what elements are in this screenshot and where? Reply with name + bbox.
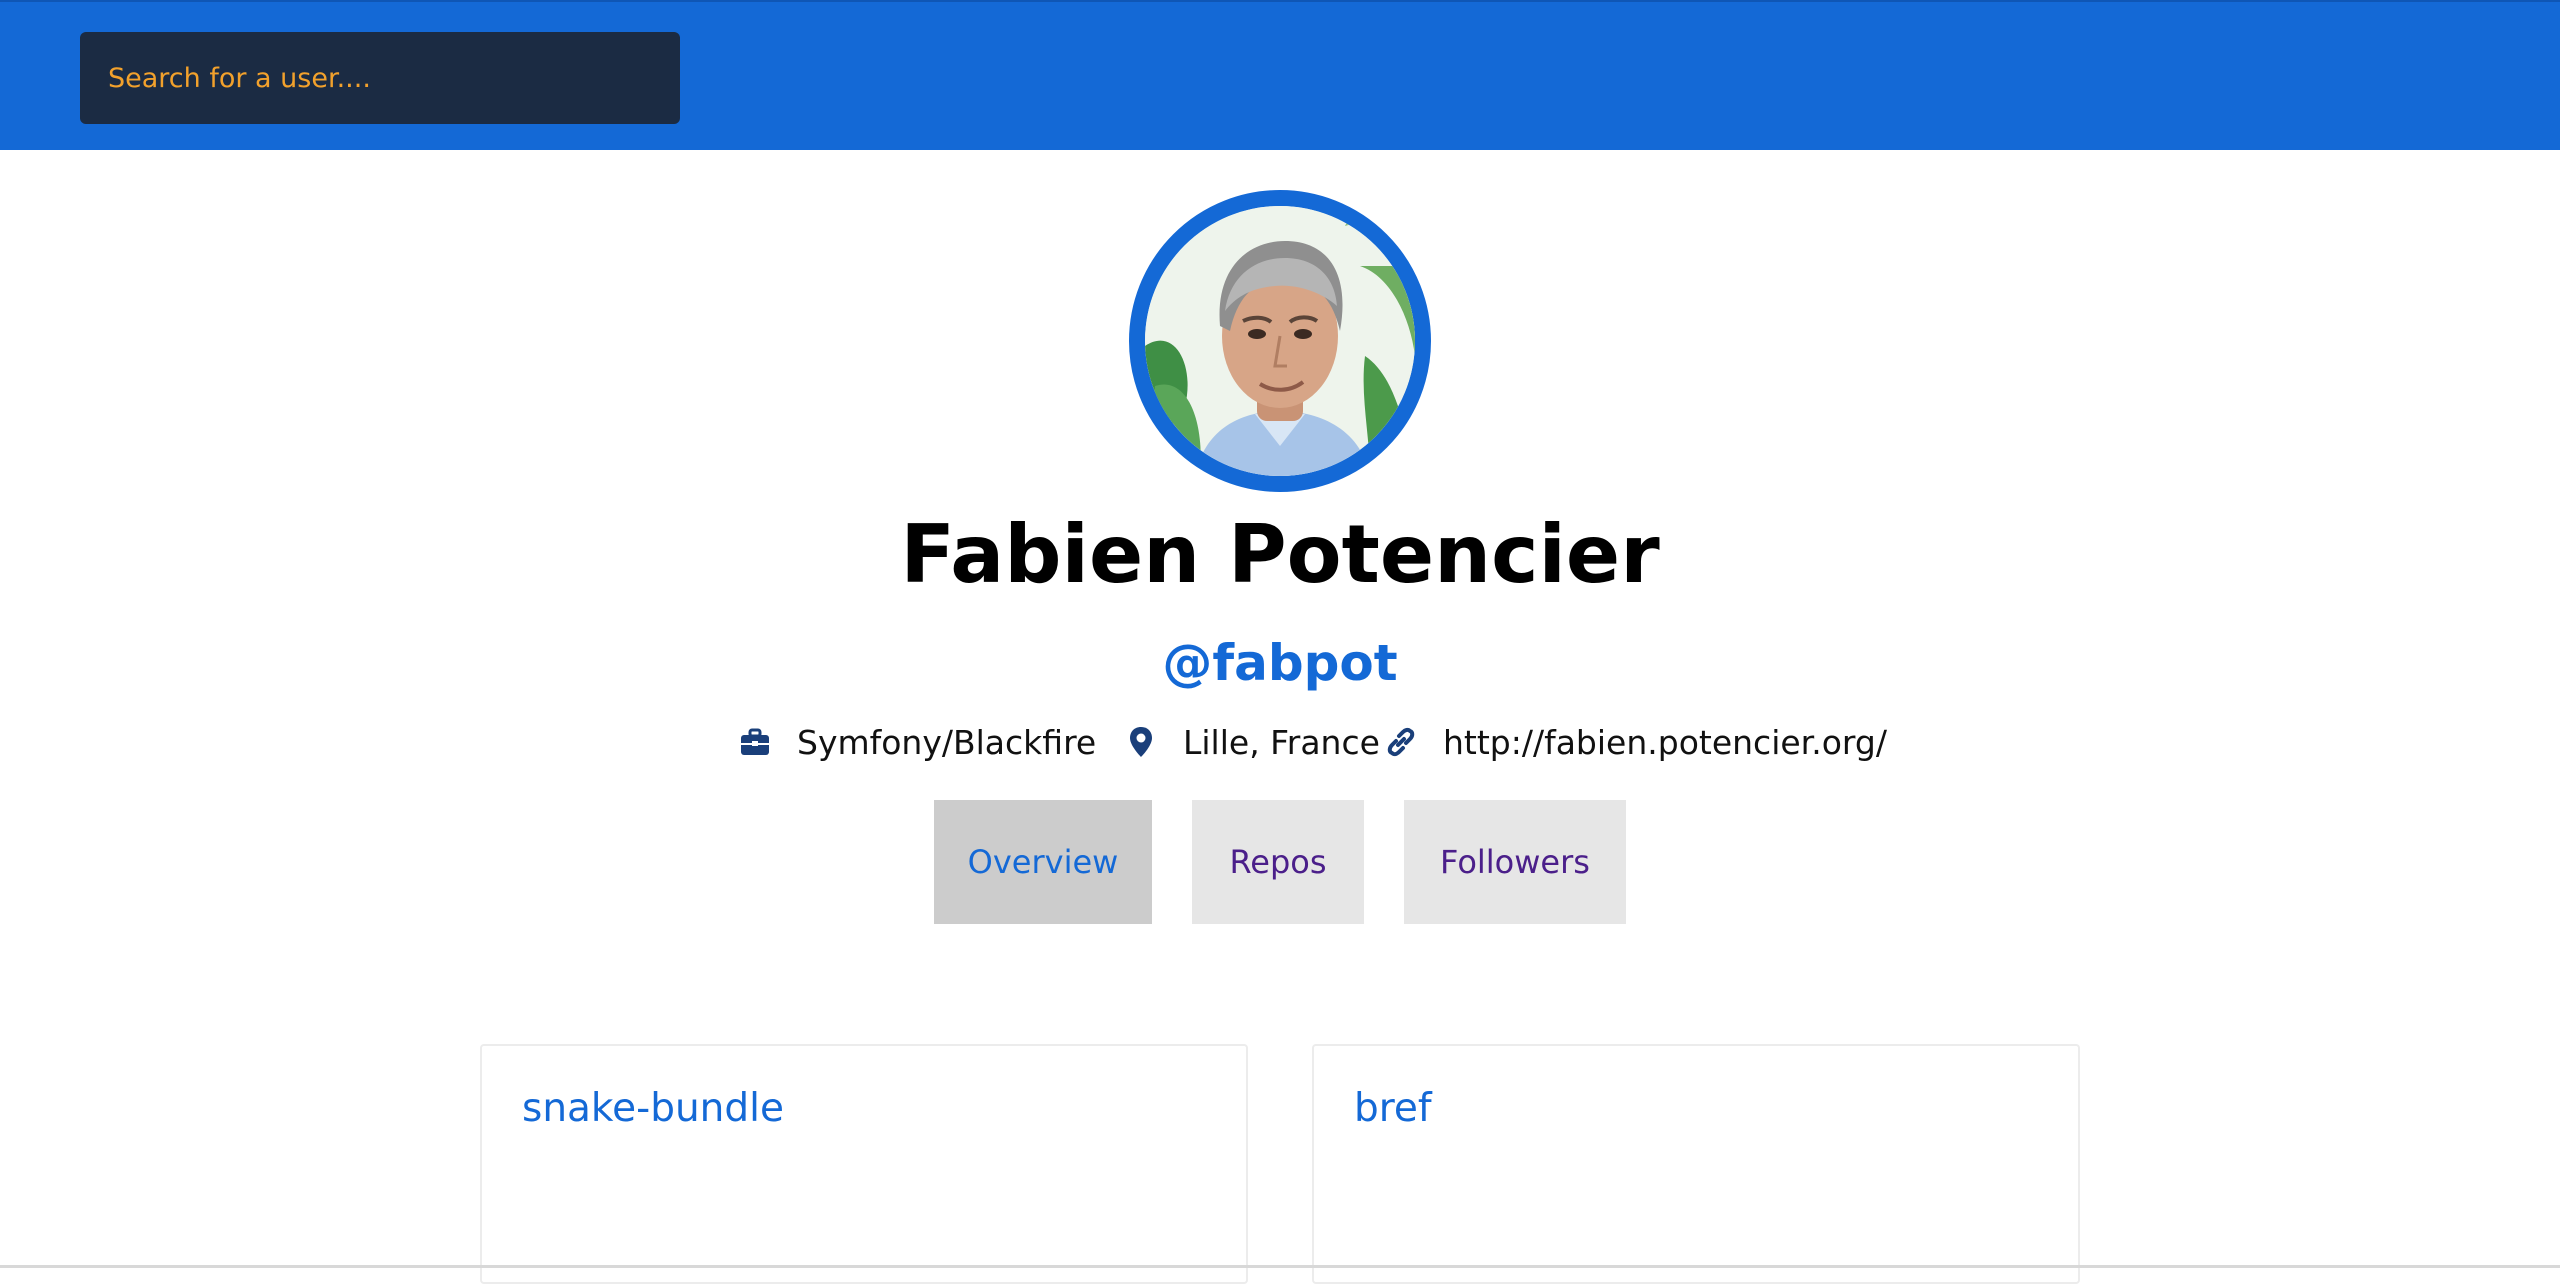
repo-title-link[interactable]: snake-bundle: [522, 1086, 784, 1131]
link-icon: [1387, 727, 1415, 757]
briefcase-icon: [741, 728, 769, 755]
profile-handle-link[interactable]: @fabpot: [0, 628, 2560, 698]
company-text: Symfony/Blackfire: [797, 722, 1097, 762]
repo-card: bref: [1312, 1044, 2080, 1284]
tab-repos[interactable]: Repos: [1192, 800, 1364, 924]
company-info: Symfony/Blackfire: [738, 716, 1096, 768]
avatar: [1129, 190, 1431, 492]
search-input[interactable]: [80, 32, 680, 124]
profile-name: Fabien Potencier: [900, 508, 1660, 601]
website-info: http://fabien.potencier.org/: [1384, 716, 1887, 768]
top-header: [0, 0, 2560, 150]
tab-followers[interactable]: Followers: [1404, 800, 1626, 924]
location-info: Lille, France: [1124, 716, 1380, 768]
tab-overview[interactable]: Overview: [934, 800, 1152, 924]
repo-card: snake-bundle: [480, 1044, 1248, 1284]
website-link[interactable]: http://fabien.potencier.org/: [1443, 723, 1887, 762]
map-pin-icon: [1130, 727, 1152, 757]
avatar-photo: [1145, 206, 1415, 476]
repo-title-link[interactable]: bref: [1354, 1086, 1432, 1131]
location-text: Lille, France: [1183, 722, 1380, 762]
